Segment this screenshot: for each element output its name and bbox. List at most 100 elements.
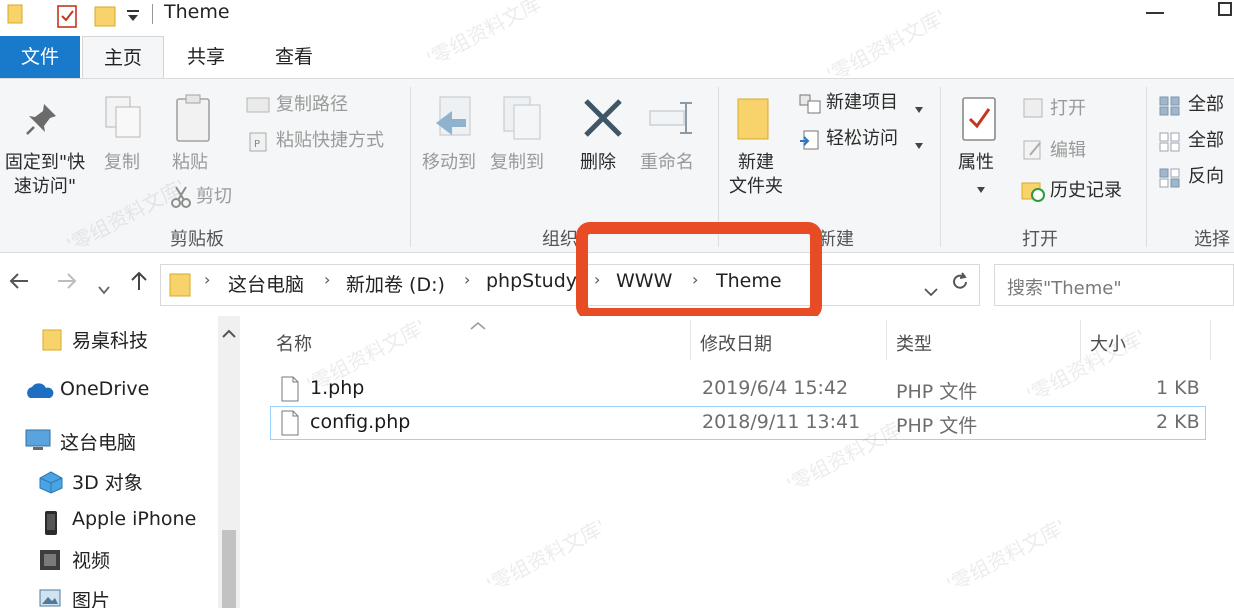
column-divider[interactable]: [886, 320, 887, 360]
column-header-size[interactable]: 大小: [1090, 330, 1126, 356]
customize-dropdown-icon[interactable]: [126, 8, 140, 27]
properties-dropdown-icon[interactable]: [976, 179, 986, 198]
new-item-icon: [798, 93, 822, 119]
breadcrumb-this-pc[interactable]: 这台电脑: [228, 270, 304, 297]
new-group-label: 新建: [818, 229, 854, 250]
invert-selection-button[interactable]: 反向: [1188, 165, 1224, 189]
forward-arrow-icon[interactable]: [56, 270, 78, 298]
ribbon-tabs: 文件 主页 共享 查看: [0, 36, 1234, 79]
copy-button[interactable]: 复制: [104, 151, 140, 175]
move-to-button[interactable]: 移动到: [422, 151, 476, 175]
select-all-icon: [1158, 95, 1182, 121]
nav-item-this-pc[interactable]: 这台电脑: [60, 428, 136, 455]
file-row[interactable]: 1.php 2019/6/4 15:42 PHP 文件 1 KB: [270, 372, 1206, 406]
copy-to-button[interactable]: 复制到: [490, 151, 544, 175]
nav-item-yizhuo[interactable]: 易桌科技: [72, 326, 148, 353]
new-item-dropdown-icon[interactable]: [914, 99, 924, 118]
nav-scrollbar-thumb[interactable]: [222, 530, 236, 608]
onedrive-cloud-icon: [24, 380, 54, 404]
search-input[interactable]: 搜索"Theme": [994, 264, 1234, 306]
delete-x-icon: [582, 97, 624, 143]
paste-shortcut-button[interactable]: 粘贴快捷方式: [276, 129, 384, 153]
search-placeholder: 搜索"Theme": [1007, 278, 1122, 299]
pin-icon: [24, 101, 60, 141]
file-row[interactable]: config.php 2018/9/11 13:41 PHP 文件 2 KB: [270, 406, 1206, 440]
path-highlight-annotation: [576, 222, 822, 320]
paste-shortcut-icon: P: [248, 131, 268, 157]
address-history-dropdown-icon[interactable]: [924, 278, 938, 303]
column-divider[interactable]: [690, 320, 691, 360]
history-button[interactable]: 历史记录: [1050, 179, 1122, 203]
breadcrumb-separator[interactable]: ›: [324, 270, 330, 289]
maximize-button[interactable]: [1218, 2, 1232, 16]
history-icon: [1020, 179, 1046, 207]
paste-icon: [174, 93, 214, 149]
refresh-icon[interactable]: [950, 272, 970, 298]
select-none-button[interactable]: 全部: [1188, 129, 1224, 153]
nav-item-pictures[interactable]: 图片: [72, 586, 110, 608]
nav-item-onedrive[interactable]: OneDrive: [60, 378, 149, 400]
open-group-label: 打开: [1022, 229, 1058, 250]
move-to-icon: [432, 95, 478, 147]
easy-access-button[interactable]: 轻松访问: [826, 127, 898, 151]
column-header-date[interactable]: 修改日期: [700, 330, 772, 356]
svg-text:P: P: [254, 139, 260, 150]
back-arrow-icon[interactable]: [8, 270, 30, 298]
3d-objects-icon: [38, 470, 64, 498]
nav-item-3d-objects[interactable]: 3D 对象: [72, 468, 143, 495]
tab-share[interactable]: 共享: [170, 36, 242, 78]
cut-button[interactable]: 剪切: [196, 185, 232, 209]
pin-quick-access-button[interactable]: 固定到"快 速访问": [0, 151, 90, 199]
tab-file[interactable]: 文件: [0, 36, 80, 78]
organize-group-label: 组织: [542, 229, 578, 250]
nav-item-apple-iphone[interactable]: Apple iPhone: [72, 508, 196, 530]
breadcrumb-phpstudy[interactable]: phpStudy: [486, 270, 577, 292]
edit-icon: [1022, 139, 1044, 165]
scissors-icon: [170, 185, 192, 213]
new-folder-button[interactable]: 新建 文件夹: [726, 151, 786, 199]
recent-dropdown-icon[interactable]: [98, 276, 110, 301]
this-pc-icon: [24, 428, 52, 456]
properties-button[interactable]: 属性: [958, 151, 994, 175]
file-type: PHP 文件: [896, 415, 978, 437]
select-none-icon: [1158, 131, 1182, 157]
nav-item-videos[interactable]: 视频: [72, 546, 110, 573]
breadcrumb-drive-d[interactable]: 新加卷 (D:): [346, 270, 445, 297]
delete-button[interactable]: 删除: [580, 151, 616, 175]
easy-access-dropdown-icon[interactable]: [914, 135, 924, 154]
breadcrumb-separator[interactable]: ›: [204, 270, 210, 289]
title-bar: Theme: [0, 0, 1234, 36]
new-item-button[interactable]: 新建项目: [826, 91, 898, 115]
up-arrow-icon[interactable]: [128, 270, 150, 298]
breadcrumb-separator[interactable]: ›: [464, 270, 470, 289]
php-file-icon: [280, 410, 300, 440]
tab-view[interactable]: 查看: [258, 36, 330, 78]
copy-path-icon: [246, 95, 270, 119]
minimize-button[interactable]: [1146, 12, 1164, 14]
column-divider[interactable]: [1080, 320, 1081, 360]
ribbon-separator: [410, 87, 411, 247]
column-header-type[interactable]: 类型: [896, 330, 932, 356]
ribbon-separator: [1146, 87, 1147, 247]
php-file-icon: [280, 376, 300, 406]
edit-button[interactable]: 编辑: [1050, 139, 1086, 163]
open-button[interactable]: 打开: [1050, 97, 1086, 121]
paste-button[interactable]: 粘贴: [172, 151, 208, 175]
rename-button[interactable]: 重命名: [640, 151, 694, 175]
scroll-up-icon[interactable]: [222, 324, 236, 343]
select-all-button[interactable]: 全部: [1188, 93, 1224, 117]
new-folder-large-icon: [736, 95, 772, 147]
file-type: PHP 文件: [896, 381, 978, 403]
column-header-name[interactable]: 名称: [276, 330, 312, 356]
new-folder-icon[interactable]: [94, 3, 116, 33]
navigation-pane: 易桌科技 OneDrive 这台电脑 3D 对象 Apple iPhone 视频…: [0, 316, 240, 608]
easy-access-icon: [798, 129, 822, 155]
properties-check-icon[interactable]: [56, 3, 78, 33]
column-divider[interactable]: [1210, 320, 1211, 360]
sort-ascending-icon: [470, 316, 486, 335]
tab-home[interactable]: 主页: [82, 36, 164, 79]
ribbon-separator: [940, 87, 941, 247]
copy-path-button[interactable]: 复制路径: [276, 93, 348, 117]
window-title: Theme: [164, 1, 230, 23]
file-date: 2018/9/11 13:41: [702, 411, 861, 433]
